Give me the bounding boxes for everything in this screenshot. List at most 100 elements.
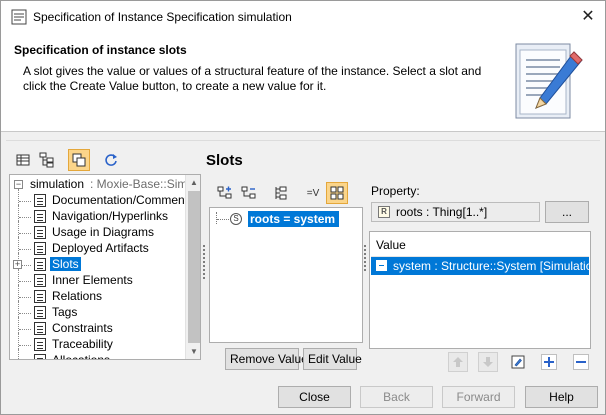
collapse-icon[interactable]: − [14,180,23,189]
close-button[interactable]: Close [278,386,351,408]
tree-connector [18,237,19,253]
scroll-down-icon[interactable]: ▼ [186,344,200,359]
left-toolbar [8,148,196,172]
header-panel: Specification of instance slots A slot g… [0,32,606,132]
document-pencil-icon [515,43,583,119]
filter-value-icon[interactable]: =V [302,182,324,204]
tree-item-label: Constraints [52,321,113,335]
splitter-handle[interactable] [203,245,205,281]
property-page-icon [34,338,46,351]
edit-value-button[interactable]: Edit Value [303,348,362,370]
divider [6,140,600,141]
move-down-icon[interactable] [478,352,498,372]
tree-connector [18,333,19,349]
tree-item-label: Relations [52,289,103,303]
tree-item-label: Slots [50,257,81,271]
property-page-icon [34,274,46,287]
collapse-all-icon[interactable] [238,182,260,204]
value-table: Value system : Structure::System [Simula… [369,231,591,349]
table-view-icon[interactable] [12,149,34,171]
copy-view-icon[interactable] [68,149,90,171]
tree-item-label: Deployed Artifacts [52,241,149,255]
tree-connector [19,313,31,314]
tree-item[interactable]: + Slots [10,253,182,273]
tree-item[interactable]: Usage in Diagrams [10,221,182,241]
remove-icon[interactable] [571,352,591,372]
property-page-icon [34,226,46,239]
tree-item[interactable]: Documentation/Comments [10,189,194,209]
tree-root-label: simulation [30,177,85,191]
move-up-icon[interactable] [448,352,468,372]
tree-item[interactable]: Traceability [10,333,182,353]
navigation-tree: − simulation : Moxie-Base::Simula Docume… [9,174,201,360]
property-page-icon [34,290,46,303]
property-badge-icon: R [378,206,390,218]
tree-connector [19,233,31,234]
window-title: Specification of Instance Specification … [33,10,292,24]
value-text: system : Structure::System [Simulation] [393,259,589,273]
forward-button[interactable]: Forward [442,386,515,408]
property-page-icon [34,306,46,319]
scroll-up-icon[interactable]: ▲ [186,175,200,191]
tree-item[interactable]: Tags [10,301,182,321]
tree-item-label: Documentation/Comments [52,193,195,207]
property-page-icon [34,242,46,255]
slots-title: Slots [206,152,243,169]
slot-list: S roots = system [209,207,363,343]
close-icon[interactable]: ✕ [579,8,597,26]
expand-icon[interactable]: + [13,260,22,269]
tree-connector [19,329,31,330]
hierarchy-icon[interactable] [270,182,292,204]
browse-property-button[interactable]: ... [545,201,589,223]
property-page-icon [34,354,46,359]
tree-item[interactable]: Constraints [10,317,182,337]
tree-connector [19,217,31,218]
tree-root[interactable]: − simulation : Moxie-Base::Simula [14,177,200,193]
tree-connector [18,269,19,285]
tree-connector [18,349,19,359]
tree-item[interactable]: Deployed Artifacts [10,237,182,257]
expand-all-icon[interactable] [214,182,236,204]
property-page-icon [34,258,46,271]
tree-connector [19,281,31,282]
tree-connector [19,297,31,298]
tree-item[interactable]: Allocations [10,349,182,360]
remove-value-button[interactable]: Remove Value [225,348,308,370]
header-title: Specification of instance slots [14,43,187,57]
title-bar: Specification of Instance Specification … [0,0,606,32]
tree-connector [18,317,19,333]
tree-item-label: Usage in Diagrams [52,225,155,239]
tree-item[interactable]: Inner Elements [10,269,182,289]
property-field: R roots : Thing[1..*] [371,202,540,222]
tree-connector [19,345,31,346]
app-icon [11,9,27,25]
splitter-handle[interactable] [364,245,366,273]
edit-icon[interactable] [508,352,528,372]
property-label: Property: [371,184,420,198]
property-value: roots : Thing[1..*] [396,205,488,219]
property-page-icon [34,210,46,223]
tree-item[interactable]: Navigation/Hyperlinks [10,205,182,225]
tree-item-label: Allocations [52,353,111,360]
refresh-icon[interactable] [100,149,122,171]
add-icon[interactable] [539,352,559,372]
property-page-icon [34,322,46,335]
slot-item[interactable]: roots = system [248,211,340,227]
help-button[interactable]: Help [525,386,598,408]
tree-connector [18,301,19,317]
tree-item-label: Traceability [52,337,113,351]
value-column-header: Value [371,233,589,257]
value-row[interactable]: system : Structure::System [Simulation] [371,257,589,275]
tree-connector [19,249,31,250]
back-button[interactable]: Back [360,386,433,408]
property-page-icon [34,194,46,207]
tree-view-icon[interactable] [36,149,58,171]
header-description: A slot gives the value or values of a st… [23,64,482,93]
scroll-thumb[interactable] [188,191,200,343]
tree-connector [216,212,217,224]
tree-item[interactable]: Relations [10,285,182,305]
tree-connector [19,201,31,202]
grid-view-icon[interactable] [326,182,348,204]
tree-connector [217,219,229,220]
tree-scrollbar[interactable]: ▲ ▼ [185,175,200,359]
